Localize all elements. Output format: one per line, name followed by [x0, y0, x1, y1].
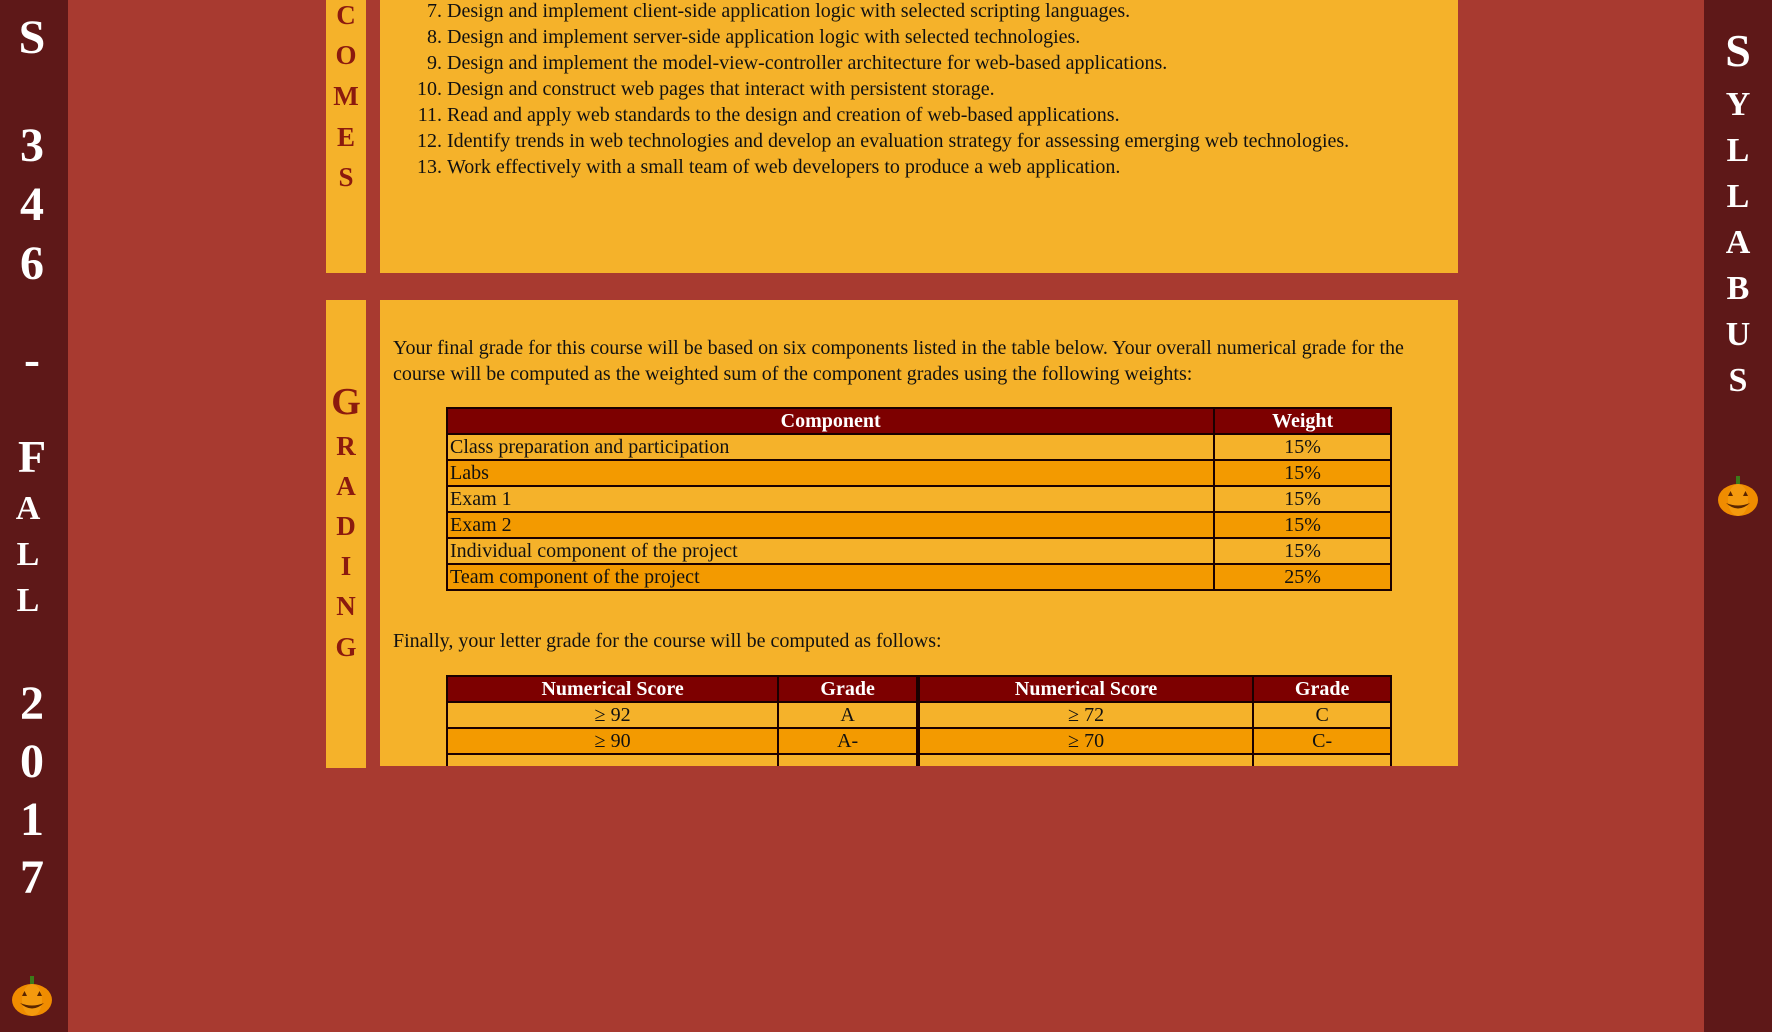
outcomes-label-char: M: [333, 81, 359, 111]
table-cell: A-: [777, 727, 919, 755]
table-header-row: Numerical Score Grade Numerical Score Gr…: [445, 675, 1392, 703]
outcomes-label-char: C: [336, 0, 356, 30]
table-cell: 15%: [1213, 485, 1392, 513]
outcomes-list: 7. Design and implement client-side appli…: [380, 0, 1349, 180]
right-banner-char: A: [1725, 224, 1751, 261]
table-cell: [445, 753, 780, 766]
table-cell: [777, 753, 919, 766]
outcomes-label-char: S: [338, 162, 354, 192]
grading-intro-text: Your final grade for this course will be…: [393, 337, 1404, 385]
table-cell: ≥ 70: [915, 727, 1255, 755]
left-banner-char: -: [24, 333, 40, 386]
table-cell: A: [777, 701, 919, 729]
grading-label-column: G R A D I N G: [326, 300, 366, 768]
list-item: 10. Design and construct web pages that i…: [417, 78, 995, 100]
left-banner-char: 2: [20, 677, 44, 730]
table-cell: Team component of the project: [445, 563, 1216, 591]
table-row: [445, 753, 1392, 766]
table-row: Exam 2 15%: [445, 511, 1392, 539]
table-row: Team component of the project 25%: [445, 563, 1392, 591]
column-header: Grade: [777, 675, 919, 703]
left-banner-char: 7: [20, 851, 44, 904]
left-banner-char: 3: [20, 119, 44, 172]
table-row: ≥ 90 A- ≥ 70 C-: [445, 727, 1392, 755]
right-banner-char: S: [1725, 25, 1751, 76]
weights-table: Component Weight Class preparation and p…: [445, 407, 1392, 591]
table-cell: [1252, 753, 1392, 766]
right-banner-char: S: [1728, 362, 1748, 399]
table-cell: ≥ 72: [915, 701, 1255, 729]
column-header: Numerical Score: [915, 675, 1255, 703]
list-item: 7. Design and implement client-side appli…: [427, 0, 1131, 22]
table-cell: C-: [1252, 727, 1392, 755]
table-cell: Exam 1: [445, 485, 1216, 513]
grading-label-char: G: [331, 381, 361, 423]
list-item: 11. Read and apply web standards to the d…: [417, 104, 1120, 126]
table-cell: 25%: [1213, 563, 1392, 591]
outcomes-label-char: E: [336, 122, 355, 152]
left-banner-char: L: [16, 536, 40, 573]
table-cell: Class preparation and participation: [445, 433, 1216, 461]
right-banner: S Y L L A B U S: [1704, 0, 1772, 1032]
outcomes-panel: 7. Design and implement client-side appli…: [380, 0, 1458, 273]
grading-label-char: A: [336, 471, 356, 501]
grading-label-char: D: [336, 511, 356, 541]
table-row: ≥ 92 A ≥ 72 C: [445, 701, 1392, 729]
left-banner-char: F: [17, 431, 47, 482]
grading-label-char: G: [335, 632, 357, 662]
table-cell: ≥ 92: [445, 701, 780, 729]
table-cell: Exam 2: [445, 511, 1216, 539]
right-banner-char: Y: [1725, 86, 1751, 123]
table-cell: Labs: [445, 459, 1216, 487]
table-cell: 15%: [1213, 537, 1392, 565]
outcomes-label-char: O: [335, 40, 357, 70]
table-cell: 15%: [1213, 511, 1392, 539]
grading-label-char: N: [336, 591, 356, 621]
pumpkin-icon: [12, 976, 52, 1016]
left-banner-char: 0: [20, 735, 44, 788]
right-banner-char: U: [1725, 316, 1751, 353]
table-cell: 15%: [1213, 433, 1392, 461]
right-banner-char: L: [1726, 132, 1750, 169]
table-cell: Individual component of the project: [445, 537, 1216, 565]
table-cell: ≥ 90: [445, 727, 780, 755]
left-banner-char: A: [15, 490, 41, 527]
table-cell: C: [1252, 701, 1392, 729]
table-header-row: Component Weight: [445, 407, 1392, 435]
column-header: Component: [445, 407, 1216, 435]
left-banner-char: 4: [20, 178, 44, 231]
right-banner-char: B: [1726, 270, 1750, 307]
right-banner-char: L: [1726, 178, 1750, 215]
left-banner-char: 6: [20, 237, 44, 290]
column-header: Numerical Score: [445, 675, 780, 703]
left-banner-char: 1: [20, 793, 44, 846]
letter-grade-table: Numerical Score Grade Numerical Score Gr…: [445, 675, 1392, 766]
table-cell: [915, 753, 1255, 766]
left-banner-char: S: [18, 11, 46, 64]
left-banner: S 3 4 6 - F A L L 2 0 1 7: [0, 0, 68, 1032]
table-cell: 15%: [1213, 459, 1392, 487]
grading-panel: Your final grade for this course will be…: [380, 300, 1458, 766]
column-header: Weight: [1213, 407, 1392, 435]
left-banner-char: L: [16, 582, 40, 619]
table-row: Labs 15%: [445, 459, 1392, 487]
grading-label-char: R: [336, 431, 356, 461]
list-item: 8. Design and implement server-side appli…: [427, 26, 1081, 48]
table-row: Class preparation and participation 15%: [445, 433, 1392, 461]
list-item: 12. Identify trends in web technologies a…: [417, 130, 1350, 152]
column-header: Grade: [1252, 675, 1392, 703]
table-row: Individual component of the project 15%: [445, 537, 1392, 565]
list-item: 13. Work effectively with a small team of…: [417, 156, 1121, 178]
list-item: 9. Design and implement the model-view-co…: [427, 52, 1168, 74]
outcomes-label-column: C O M E S: [326, 0, 366, 273]
grading-label-char: I: [340, 551, 352, 581]
pumpkin-icon: [1718, 476, 1758, 516]
table-row: Exam 1 15%: [445, 485, 1392, 513]
letter-grade-intro-text: Finally, your letter grade for the cours…: [393, 630, 942, 652]
